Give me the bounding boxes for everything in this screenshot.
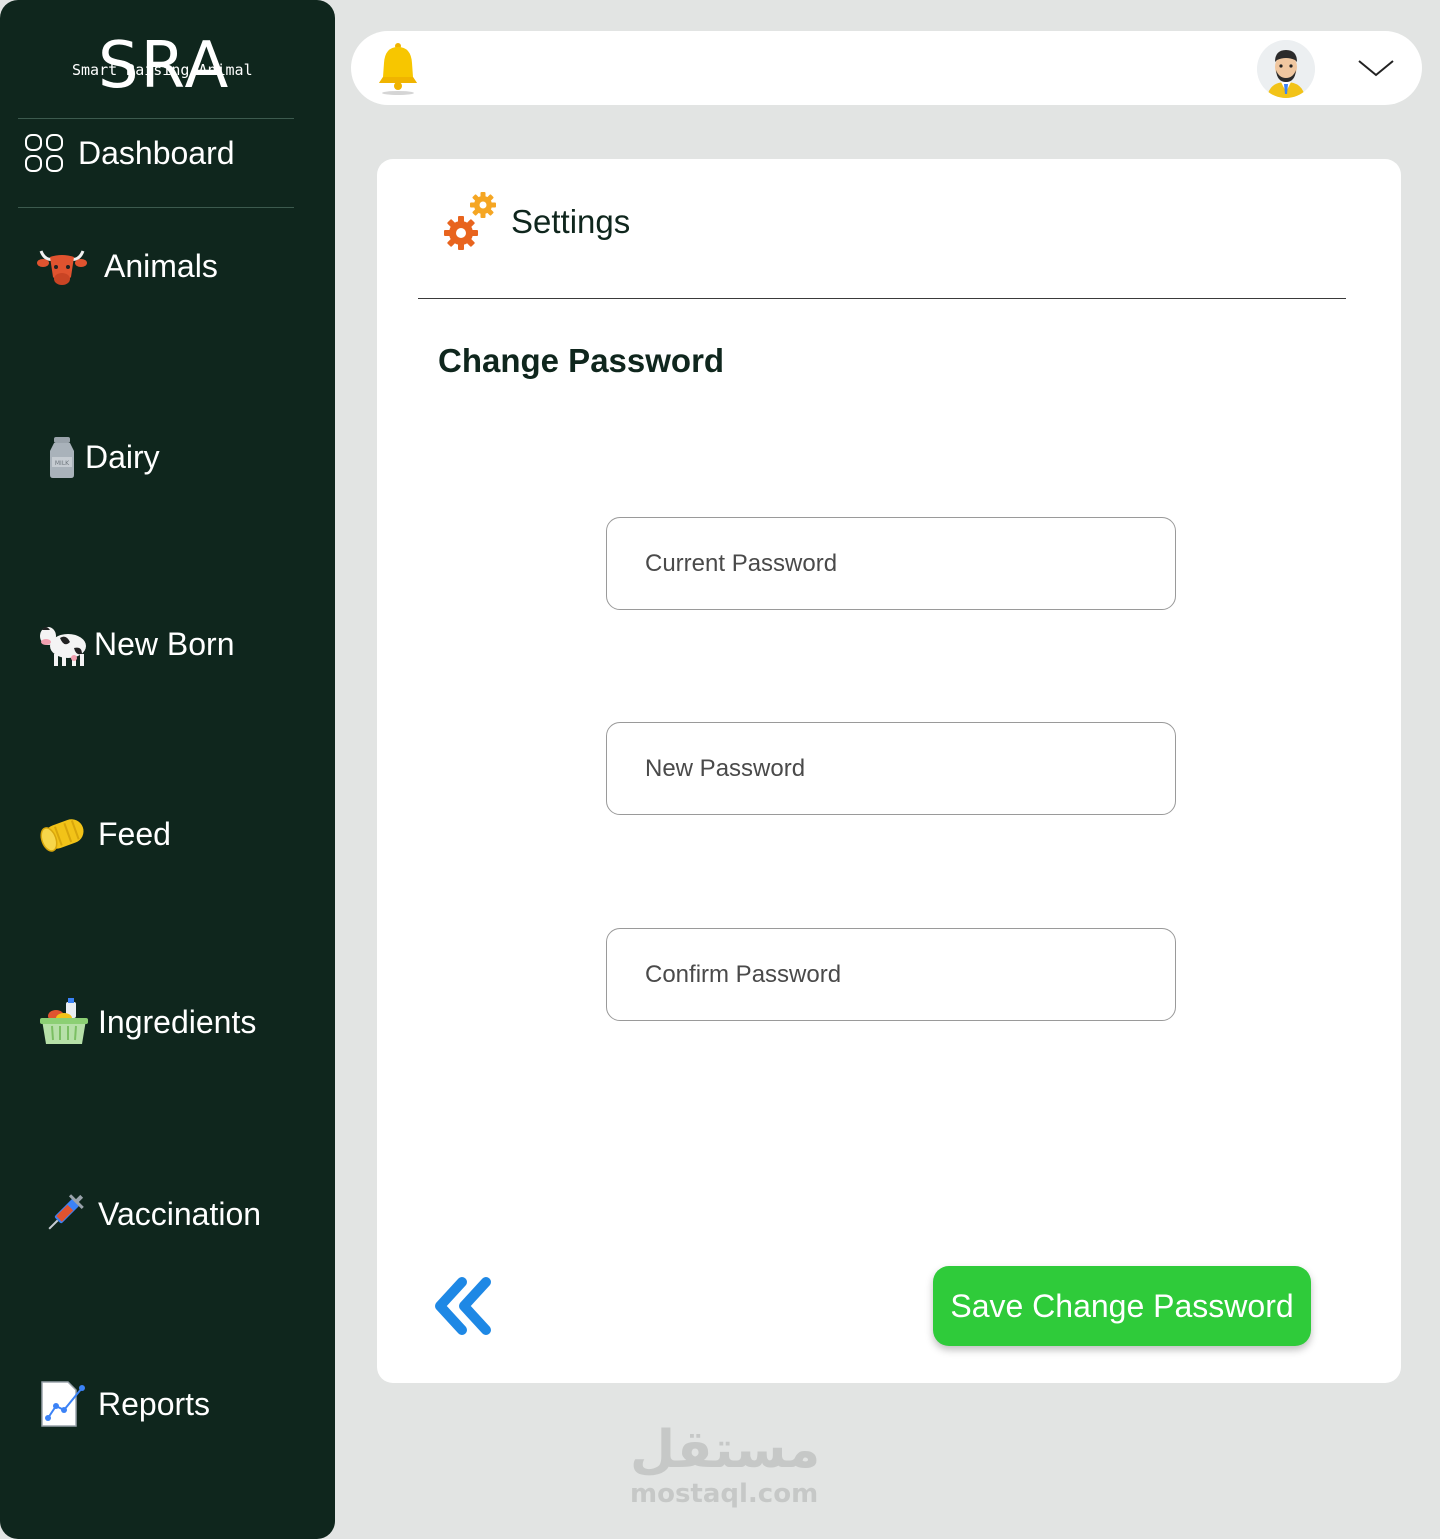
report-chart-icon <box>38 1378 90 1430</box>
new-password-field[interactable] <box>606 722 1176 815</box>
sidebar-item-dairy[interactable]: MILK Dairy <box>36 431 371 483</box>
sidebar-divider <box>18 207 294 208</box>
grid-icon <box>18 127 70 179</box>
watermark: مستقل mostaql.com <box>630 1420 821 1509</box>
cow-icon <box>38 618 90 670</box>
double-chevron-left-icon <box>435 1277 491 1335</box>
sidebar-item-ingredients[interactable]: Ingredients <box>38 996 373 1048</box>
watermark-latin: mostaql.com <box>630 1479 819 1509</box>
bell-icon[interactable] <box>375 41 421 95</box>
confirm-password-field[interactable] <box>606 928 1176 1021</box>
sidebar-item-label: New Born <box>94 625 235 662</box>
basket-icon <box>38 996 90 1048</box>
logo-tagline: Smart Raising Animal <box>72 61 253 79</box>
gears-icon <box>441 189 503 255</box>
back-button[interactable] <box>432 1276 496 1336</box>
top-bar <box>351 31 1422 105</box>
sidebar-item-feed[interactable]: Feed <box>38 808 373 860</box>
current-password-field[interactable] <box>606 517 1176 610</box>
brand-logo[interactable]: SRA Smart Raising Animal <box>60 30 275 102</box>
sidebar-item-dashboard[interactable]: Dashboard <box>18 127 353 179</box>
sidebar-item-label: Reports <box>98 1385 211 1422</box>
sidebar-item-label: Dairy <box>85 438 160 475</box>
sidebar-item-new-born[interactable]: New Born <box>38 618 373 670</box>
syringe-icon <box>38 1188 90 1240</box>
page-title: Settings <box>511 203 631 240</box>
milk-can-icon: MILK <box>36 431 88 483</box>
user-avatar-icon[interactable] <box>1257 40 1315 98</box>
sidebar-item-reports[interactable]: Reports <box>38 1378 373 1430</box>
section-title: Change Password <box>438 342 725 379</box>
bull-head-icon <box>36 240 88 292</box>
sidebar-item-vaccination[interactable]: Vaccination <box>38 1188 373 1240</box>
sidebar-item-animals[interactable]: Animals <box>36 240 371 292</box>
sidebar-item-label: Vaccination <box>98 1195 262 1232</box>
sidebar: SRA Smart Raising Animal Dashboard Anima… <box>0 0 335 1539</box>
save-change-password-button[interactable]: Save Change Password <box>933 1266 1311 1346</box>
sidebar-divider <box>18 118 294 119</box>
svg-text:MILK: MILK <box>55 460 70 467</box>
sidebar-item-label: Dashboard <box>78 134 235 171</box>
chevron-down-icon[interactable] <box>1355 53 1397 83</box>
title-divider <box>418 298 1346 299</box>
sidebar-item-label: Animals <box>104 247 218 284</box>
hay-bale-icon <box>38 808 90 860</box>
sidebar-item-label: Ingredients <box>98 1003 257 1040</box>
settings-card: Settings Change Password Save Change Pas… <box>377 159 1401 1383</box>
watermark-arabic: مستقل <box>630 1420 821 1480</box>
sidebar-item-label: Feed <box>98 815 171 852</box>
